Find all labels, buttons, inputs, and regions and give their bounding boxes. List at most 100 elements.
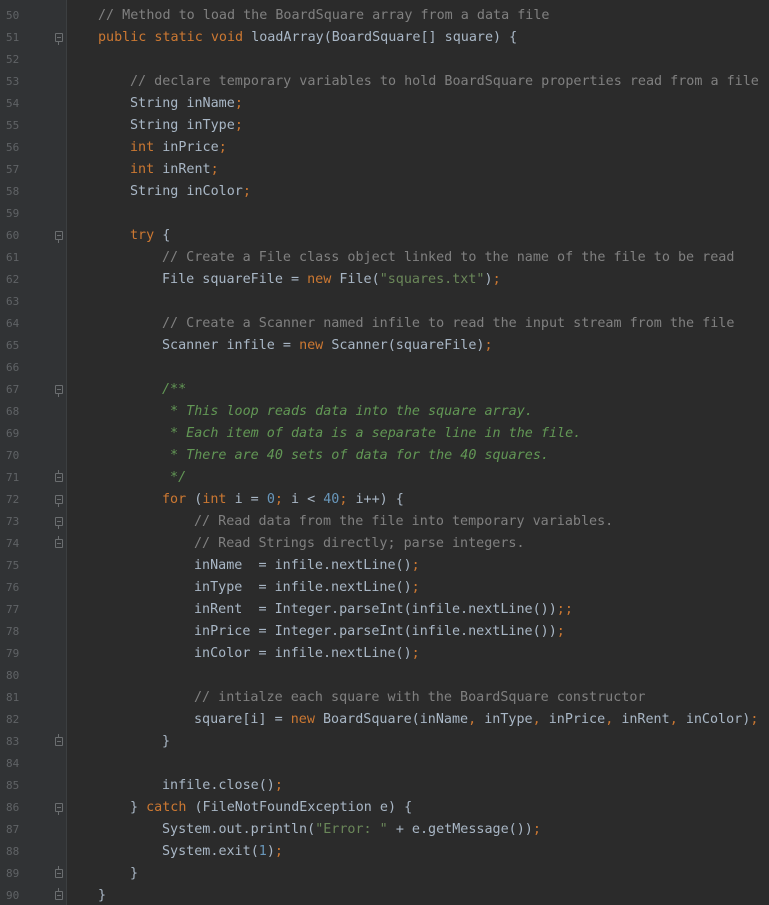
- code-line[interactable]: 82 square[i] = new BoardSquare(inName, in…: [0, 709, 769, 731]
- code-line[interactable]: 89}: [0, 863, 769, 885]
- code-line[interactable]: 69 * Each item of data is a separate lin…: [0, 423, 769, 445]
- code-text: // intialze each square with the BoardSq…: [194, 687, 645, 709]
- code-token: public static void: [98, 30, 252, 45]
- code-line[interactable]: 61 // Create a File class object linked t…: [0, 247, 769, 269]
- code-line[interactable]: 52: [0, 49, 769, 71]
- code-line[interactable]: 63: [0, 291, 769, 313]
- code-line[interactable]: 80: [0, 665, 769, 687]
- code-line[interactable]: 84: [0, 753, 769, 775]
- code-line[interactable]: 66: [0, 357, 769, 379]
- code-line[interactable]: 78 inPrice = Integer.parseInt(infile.next…: [0, 621, 769, 643]
- code-token: inPrice: [548, 712, 606, 727]
- line-number: 89: [6, 867, 20, 880]
- code-token: 1: [258, 844, 267, 859]
- line-number: 65: [6, 339, 20, 352]
- code-token: // intialze each square with the BoardSq…: [194, 690, 646, 705]
- code-editor[interactable]: 50 // Method to load the BoardSquare arra…: [0, 0, 769, 905]
- fold-end-icon[interactable]: [55, 888, 63, 900]
- code-token: * This loop reads data into the square a…: [162, 404, 533, 419]
- code-token: + e.getMessage()): [395, 822, 533, 837]
- code-text: * There are 40 sets of data for the 40 s…: [162, 445, 549, 467]
- code-line[interactable]: 56 int inPrice;: [0, 137, 769, 159]
- code-token: inRent: [162, 162, 211, 177]
- code-token: ): [266, 844, 275, 859]
- code-token: // Method to load the BoardSquare array …: [98, 8, 550, 23]
- line-number: 50: [6, 9, 20, 22]
- code-line[interactable]: 58 String inColor;: [0, 181, 769, 203]
- code-token: ;: [411, 558, 420, 573]
- code-line[interactable]: 77 inRent = Integer.parseInt(infile.nextL…: [0, 599, 769, 621]
- code-line[interactable]: 57 int inRent;: [0, 159, 769, 181]
- code-line[interactable]: 55 String inType;: [0, 115, 769, 137]
- code-line[interactable]: 88 System.exit(1);: [0, 841, 769, 863]
- code-text: * This loop reads data into the square a…: [162, 401, 533, 423]
- fold-collapse-icon[interactable]: [55, 517, 63, 529]
- line-number: 73: [6, 515, 20, 528]
- code-line[interactable]: 67 /**: [0, 379, 769, 401]
- fold-collapse-icon[interactable]: [55, 33, 63, 45]
- code-line[interactable]: 72 for (int i = 0; i < 40; i++) {: [0, 489, 769, 511]
- fold-collapse-icon[interactable]: [55, 803, 63, 815]
- code-line[interactable]: 65 Scanner infile = new Scanner(squareFil…: [0, 335, 769, 357]
- code-line[interactable]: 71 */: [0, 467, 769, 489]
- code-line[interactable]: 90}: [0, 885, 769, 905]
- code-line[interactable]: 81 // intialze each square with the Board…: [0, 687, 769, 709]
- code-line[interactable]: 83}: [0, 731, 769, 753]
- code-line[interactable]: 60 try {: [0, 225, 769, 247]
- code-line[interactable]: 53 // declare temporary variables to hold…: [0, 71, 769, 93]
- fold-end-icon[interactable]: [55, 536, 63, 548]
- line-number: 83: [6, 735, 20, 748]
- code-text: inRent = Integer.parseInt(infile.nextLin…: [194, 599, 573, 621]
- code-line[interactable]: 62 File squareFile = new File("squares.tx…: [0, 269, 769, 291]
- fold-end-icon[interactable]: [55, 866, 63, 878]
- code-token: "squares.txt": [379, 272, 485, 287]
- code-token: i++) {: [355, 492, 404, 507]
- fold-collapse-icon[interactable]: [55, 231, 63, 243]
- code-token: ;: [532, 822, 541, 837]
- code-token: ;: [411, 646, 420, 661]
- code-line[interactable]: 64 // Create a Scanner named infile to re…: [0, 313, 769, 335]
- code-line[interactable]: 86} catch (FileNotFoundException e) {: [0, 797, 769, 819]
- code-line[interactable]: 54 String inName;: [0, 93, 769, 115]
- code-line[interactable]: 79 inColor = infile.nextLine();: [0, 643, 769, 665]
- fold-collapse-icon[interactable]: [55, 495, 63, 507]
- code-text: File squareFile = new File("squares.txt"…: [162, 269, 501, 291]
- code-text: // Read data from the file into temporar…: [194, 511, 613, 533]
- code-token: inRent = Integer.parseInt(infile.nextLin…: [194, 602, 557, 617]
- code-token: i <: [291, 492, 324, 507]
- code-text: }: [130, 863, 138, 885]
- code-line[interactable]: 76 inType = infile.nextLine();: [0, 577, 769, 599]
- code-line[interactable]: 51 public static void loadArray(BoardSqua…: [0, 27, 769, 49]
- line-number: 55: [6, 119, 20, 132]
- fold-end-icon[interactable]: [55, 470, 63, 482]
- code-token: new: [307, 272, 340, 287]
- fold-end-icon[interactable]: [55, 734, 63, 746]
- code-token: inPrice: [162, 140, 219, 155]
- code-token: loadArray(BoardSquare[] square) {: [251, 30, 518, 45]
- line-number: 88: [6, 845, 20, 858]
- code-line[interactable]: 85 infile.close();: [0, 775, 769, 797]
- code-line[interactable]: 68 * This loop reads data into the squar…: [0, 401, 769, 423]
- code-text: // Method to load the BoardSquare array …: [98, 5, 549, 27]
- code-line[interactable]: 59: [0, 203, 769, 225]
- code-token: ;: [234, 96, 243, 111]
- code-line[interactable]: 73 // Read data from the file into tempor…: [0, 511, 769, 533]
- code-token: ;: [274, 844, 283, 859]
- code-line[interactable]: 74 // Read Strings directly; parse intege…: [0, 533, 769, 555]
- line-number: 81: [6, 691, 20, 704]
- code-token: out: [218, 822, 243, 837]
- code-token: catch: [146, 800, 195, 815]
- fold-collapse-icon[interactable]: [55, 385, 63, 397]
- code-token: ;: [218, 140, 227, 155]
- code-text: inColor = infile.nextLine();: [194, 643, 420, 665]
- line-number: 87: [6, 823, 20, 836]
- code-line[interactable]: 50 // Method to load the BoardSquare arra…: [0, 5, 769, 27]
- code-token: exit: [218, 844, 251, 859]
- code-token: inColor = infile.nextLine(): [194, 646, 412, 661]
- code-text: for (int i = 0; i < 40; i++) {: [162, 489, 404, 511]
- code-token: // declare temporary variables to hold B…: [130, 74, 759, 89]
- code-line[interactable]: 75 inName = infile.nextLine();: [0, 555, 769, 577]
- code-token: Scanner infile =: [162, 338, 300, 353]
- code-line[interactable]: 87 System.out.println("Error: " + e.getMe…: [0, 819, 769, 841]
- code-line[interactable]: 70 * There are 40 sets of data for the 4…: [0, 445, 769, 467]
